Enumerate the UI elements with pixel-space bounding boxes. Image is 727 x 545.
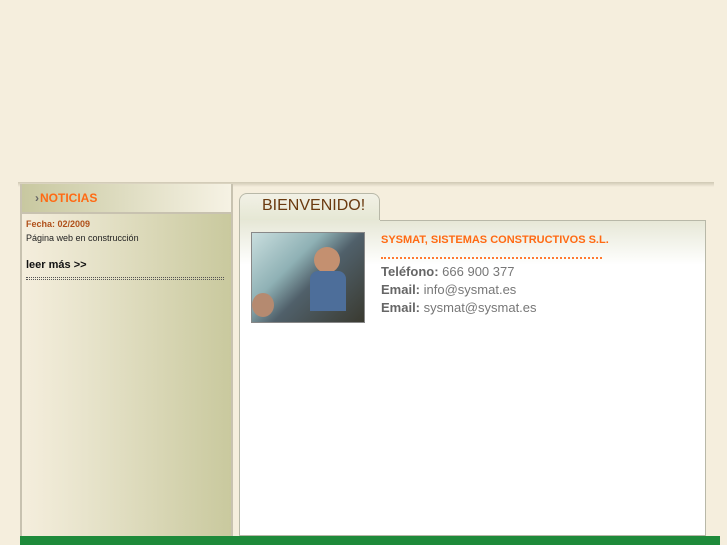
read-more-link[interactable]: leer más >>: [26, 259, 87, 271]
email-line: Email: info@sysmat.es: [381, 282, 516, 297]
dotted-divider: [26, 277, 224, 280]
phone-line: Teléfono: 666 900 377: [381, 264, 514, 279]
phone-label: Teléfono:: [381, 264, 439, 279]
tab-label: BIENVENIDO!: [262, 197, 366, 214]
welcome-panel: SYSMAT, SISTEMAS CONSTRUCTIVOS S.L. Telé…: [239, 220, 706, 536]
email-line: Email: sysmat@sysmat.es: [381, 300, 537, 315]
email-label: Email:: [381, 282, 421, 297]
business-people-photo: [251, 232, 365, 323]
chevron-right-icon: ›: [35, 191, 39, 205]
orange-dotted-divider: [381, 257, 602, 259]
email-label: Email:: [381, 300, 421, 315]
news-text: Página web en construcción: [26, 233, 139, 243]
news-title: NOTICIAS: [40, 191, 98, 205]
phone-value: 666 900 377: [442, 264, 515, 279]
email-value[interactable]: info@sysmat.es: [424, 282, 517, 297]
company-name: SYSMAT, SISTEMAS CONSTRUCTIVOS S.L.: [381, 234, 609, 246]
tab-bienvenido: BIENVENIDO!: [239, 193, 380, 223]
news-date: Fecha: 02/2009: [26, 219, 91, 229]
news-header: › NOTICIAS: [22, 184, 231, 214]
email-value[interactable]: sysmat@sysmat.es: [424, 300, 537, 315]
news-sidebar: › NOTICIAS Fecha: 02/2009 Página web en …: [20, 184, 233, 536]
footer-bar: [20, 536, 720, 545]
